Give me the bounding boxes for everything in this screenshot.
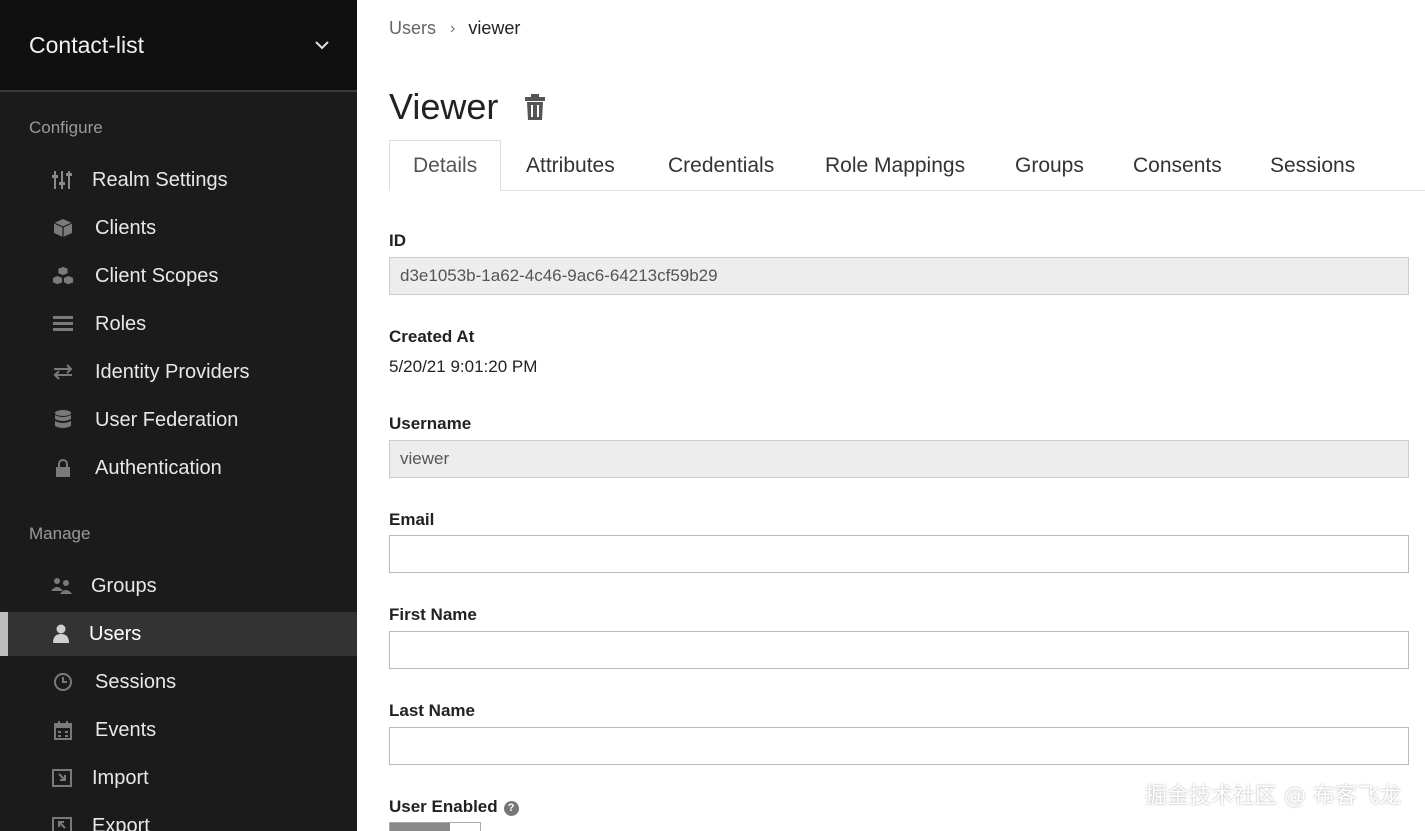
sidebar-item-label: Roles	[95, 312, 147, 335]
user-enabled-label-row: User Enabled?	[389, 797, 519, 817]
watermark-text: 掘金技术社区 @ 布客飞龙	[1145, 784, 1401, 809]
chevron-down-icon	[315, 38, 329, 52]
sliders-icon	[51, 169, 73, 191]
help-icon[interactable]: ?	[503, 801, 519, 816]
breadcrumb-current: viewer	[468, 18, 521, 38]
configure-section-label: Configure	[29, 118, 103, 137]
sidebar-item-sessions[interactable]: Sessions	[0, 660, 357, 704]
sidebar-item-label: Import	[92, 766, 149, 789]
toggle-on-fill	[390, 823, 450, 831]
sidebar-item-users[interactable]: Users	[0, 612, 357, 656]
tab-credentials[interactable]: Credentials	[668, 140, 774, 191]
sidebar-item-roles[interactable]: Roles	[0, 302, 357, 346]
sidebar-item-label: Realm Settings	[92, 168, 228, 191]
created-at-label: Created At	[389, 327, 475, 346]
sidebar-item-events[interactable]: Events	[0, 708, 357, 752]
username-label: Username	[389, 414, 472, 433]
id-label: ID	[389, 231, 406, 250]
list-icon	[52, 313, 74, 335]
breadcrumb-separator: ›	[450, 19, 456, 37]
sidebar-item-label: Client Scopes	[95, 264, 219, 287]
users-icon	[51, 575, 73, 597]
import-icon	[51, 767, 73, 789]
email-field[interactable]	[389, 535, 1409, 573]
breadcrumb-users-link[interactable]: Users	[389, 18, 436, 39]
realm-name: Contact-list	[29, 31, 145, 58]
sidebar-item-label: Export	[92, 814, 150, 831]
main-content: Users › viewer Viewer Details Attributes…	[357, 0, 1425, 831]
tab-bar: Details Attributes Credentials Role Mapp…	[389, 140, 1425, 191]
email-label: Email	[389, 510, 435, 529]
sidebar-item-label: Events	[95, 718, 157, 741]
sidebar-item-realm-settings[interactable]: Realm Settings	[0, 158, 357, 202]
sidebar-item-groups[interactable]: Groups	[0, 564, 357, 608]
lock-icon	[52, 457, 74, 479]
last-name-label: Last Name	[389, 701, 475, 720]
export-icon	[51, 815, 73, 831]
last-name-field[interactable]	[389, 727, 1409, 765]
sidebar: Contact-list Configure Realm Settings Cl…	[0, 0, 357, 831]
tab-role-mappings[interactable]: Role Mappings	[825, 140, 965, 191]
calendar-icon	[52, 719, 74, 741]
user-icon	[50, 623, 72, 645]
sidebar-item-identity-providers[interactable]: Identity Providers	[0, 350, 357, 394]
trash-icon[interactable]	[524, 93, 546, 121]
tab-details[interactable]: Details	[389, 140, 502, 191]
sidebar-item-authentication[interactable]: Authentication	[0, 446, 357, 490]
username-field[interactable]	[389, 440, 1409, 478]
realm-selector[interactable]: Contact-list	[0, 0, 357, 92]
sidebar-item-label: Clients	[95, 216, 157, 239]
tab-sessions[interactable]: Sessions	[1270, 140, 1355, 191]
tab-attributes[interactable]: Attributes	[526, 140, 615, 191]
sidebar-item-label: Groups	[91, 574, 157, 597]
breadcrumb: Users › viewer	[389, 18, 520, 39]
tab-consents[interactable]: Consents	[1133, 140, 1222, 191]
sidebar-item-user-federation[interactable]: User Federation	[0, 398, 357, 442]
manage-section-label: Manage	[29, 524, 91, 543]
cube-icon	[52, 217, 74, 239]
id-field[interactable]	[389, 257, 1409, 295]
first-name-label: First Name	[389, 605, 477, 624]
sidebar-item-clients[interactable]: Clients	[0, 206, 357, 250]
clock-icon	[52, 671, 74, 693]
database-icon	[52, 409, 74, 431]
page-title: Viewer	[389, 86, 499, 127]
sidebar-item-label: User Federation	[95, 408, 239, 431]
cubes-icon	[52, 265, 74, 287]
sidebar-item-label: Sessions	[95, 670, 177, 693]
exchange-icon	[52, 361, 74, 383]
user-enabled-toggle[interactable]	[389, 822, 481, 831]
user-enabled-label: User Enabled	[389, 797, 498, 816]
sidebar-item-import[interactable]: Import	[0, 756, 357, 800]
sidebar-item-label: Users	[89, 622, 142, 645]
sidebar-item-label: Identity Providers	[95, 360, 250, 383]
title-row: Viewer	[389, 86, 546, 128]
first-name-field[interactable]	[389, 631, 1409, 669]
sidebar-item-export[interactable]: Export	[0, 804, 357, 831]
sidebar-item-client-scopes[interactable]: Client Scopes	[0, 254, 357, 298]
tab-groups[interactable]: Groups	[1015, 140, 1084, 191]
sidebar-item-label: Authentication	[95, 456, 222, 479]
created-at-value: 5/20/21 9:01:20 PM	[389, 357, 538, 376]
